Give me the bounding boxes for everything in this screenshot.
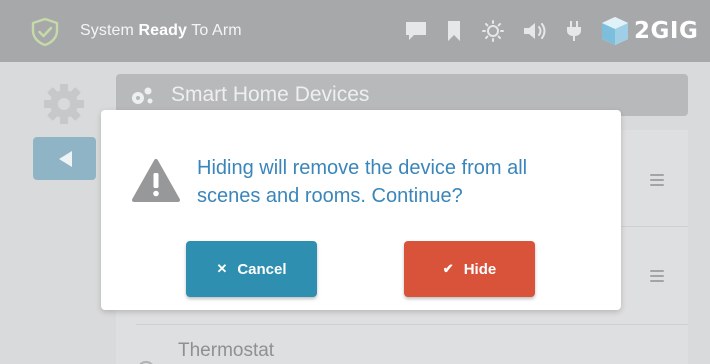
cancel-button-label: Cancel bbox=[237, 260, 287, 278]
bookmark-icon[interactable] bbox=[446, 20, 462, 42]
status-bar: System Ready To Arm 2GIG bbox=[0, 0, 710, 62]
hide-button-label: Hide bbox=[463, 260, 497, 278]
device-name-thermostat[interactable]: Thermostat bbox=[178, 340, 274, 362]
system-status-text: System Ready To Arm bbox=[80, 0, 242, 62]
status-bold: Ready bbox=[138, 22, 188, 39]
gear-icon[interactable] bbox=[40, 80, 88, 128]
status-suffix: To Arm bbox=[187, 22, 242, 39]
smart-home-devices-icon bbox=[132, 87, 153, 104]
dialog-message: Hiding will remove the device from all s… bbox=[197, 157, 528, 207]
hide-button[interactable]: ✔ Hide bbox=[404, 241, 535, 297]
2gig-logo-icon bbox=[602, 17, 628, 45]
cancel-button[interactable]: ✕ Cancel bbox=[186, 241, 317, 297]
drag-handle-icon[interactable] bbox=[650, 270, 664, 282]
hide-device-dialog: Hiding will remove the device from all s… bbox=[101, 110, 621, 310]
brightness-icon[interactable] bbox=[480, 20, 506, 42]
power-plug-icon[interactable] bbox=[564, 20, 584, 42]
shield-check-icon[interactable] bbox=[30, 17, 60, 47]
drag-handle-icon[interactable] bbox=[650, 174, 664, 186]
back-arrow-icon bbox=[58, 150, 72, 167]
row-divider bbox=[136, 324, 688, 325]
status-prefix: System bbox=[80, 22, 139, 39]
brand-logo: 2GIG bbox=[600, 14, 698, 48]
close-icon: ✕ bbox=[216, 261, 228, 276]
warning-icon bbox=[131, 158, 181, 204]
brand-name: 2GIG bbox=[634, 18, 699, 44]
checkmark-icon: ✔ bbox=[442, 261, 454, 276]
back-button[interactable] bbox=[33, 137, 96, 180]
message-icon[interactable] bbox=[404, 20, 428, 42]
volume-icon[interactable] bbox=[522, 20, 548, 42]
thermostat-icon bbox=[139, 361, 153, 364]
